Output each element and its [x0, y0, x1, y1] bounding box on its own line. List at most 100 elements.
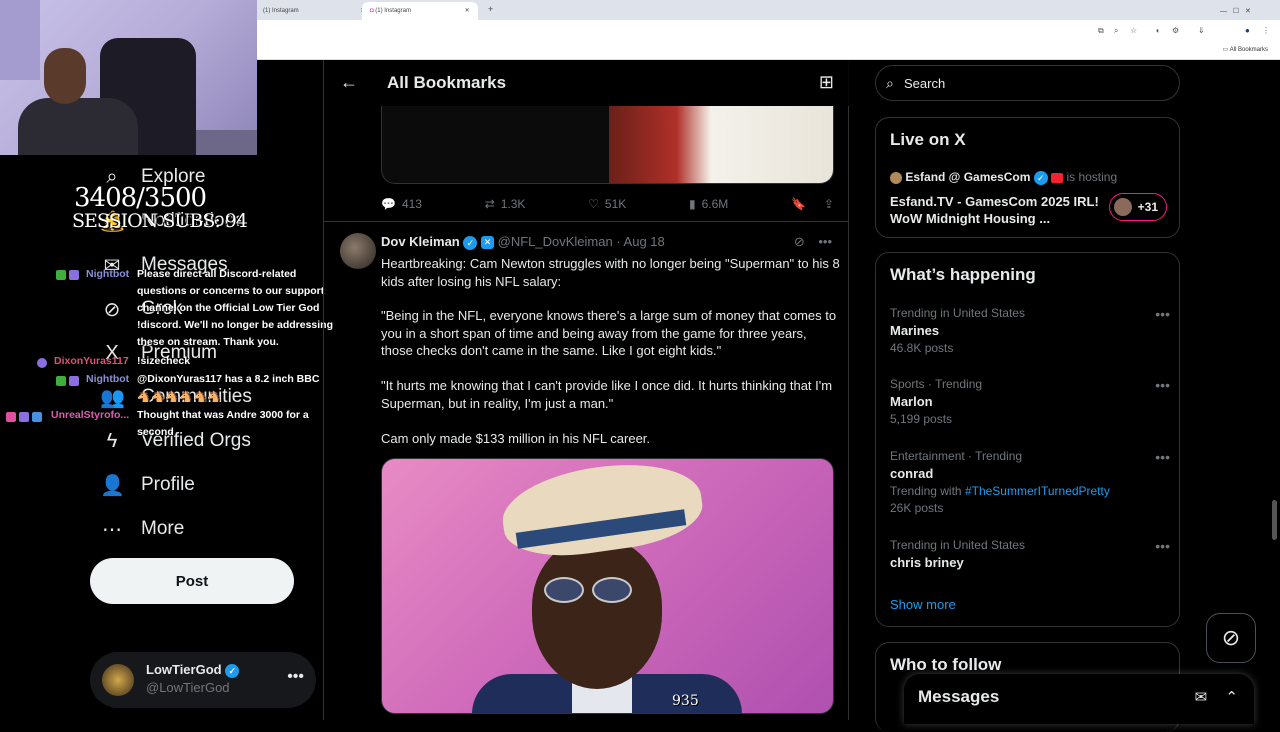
share-icon[interactable]: ⇪: [824, 197, 834, 211]
more-icon[interactable]: •••: [1155, 306, 1170, 322]
puzzle-icon[interactable]: ⚙: [1172, 26, 1179, 35]
back-arrow-icon[interactable]: ←: [340, 72, 358, 93]
expand-icon[interactable]: ⌃: [1225, 689, 1238, 706]
tab-label: (1) Instagram: [375, 8, 411, 14]
trend-item[interactable]: Trending in United States chris briney •…: [890, 538, 1170, 570]
host-name: Esfand @ GamesCom: [905, 170, 1031, 184]
bookmark-folder-add-icon[interactable]: ⊞: [819, 72, 834, 93]
avatar: [1114, 198, 1132, 216]
grok-icon[interactable]: ⊘: [794, 234, 805, 249]
nav-more[interactable]: ⋯ More: [100, 509, 184, 549]
tweet-date[interactable]: · Aug 18: [616, 234, 664, 249]
all-bookmarks-folder[interactable]: ▭ All Bookmarks: [1223, 46, 1268, 53]
trend-posts: 26K posts: [890, 501, 944, 515]
account-name: LowTierGod ✓: [146, 662, 240, 678]
tab-close-icon[interactable]: ✕: [465, 8, 470, 14]
views-button[interactable]: ▮ 6.6M: [689, 194, 728, 214]
messages-drawer-title: Messages: [918, 687, 1000, 706]
extension-icon[interactable]: ◖: [1155, 26, 1160, 35]
nav-profile[interactable]: 👤 Profile: [100, 465, 195, 505]
new-message-icon[interactable]: ✉: [1195, 689, 1208, 706]
star-icon[interactable]: ☆: [1130, 26, 1137, 35]
trend-item[interactable]: Entertainment · Trending conrad Trending…: [890, 449, 1170, 515]
more-icon[interactable]: •••: [1155, 538, 1170, 554]
trend-hashtag-link[interactable]: #TheSummerITurnedPretty: [965, 484, 1110, 498]
like-button[interactable]: ♡ 51K: [588, 194, 626, 214]
tweet-text: Cam only made $133 million in his NFL ca…: [381, 431, 651, 446]
more-icon[interactable]: •••: [1155, 449, 1170, 465]
view-count: 6.6M: [701, 197, 729, 211]
post-button[interactable]: Post: [90, 558, 294, 604]
chat-emotes: 🐴🐴🐴🐴🐴🐴: [137, 391, 222, 403]
scrollbar[interactable]: [1272, 500, 1277, 540]
new-tab-button[interactable]: +: [480, 2, 501, 20]
live-host[interactable]: Esfand @ GamesCom ✓ is hosting: [890, 170, 1117, 185]
chat-message: @DixonYuras117 has a 8.2 inch BBC: [137, 373, 320, 385]
trend-item[interactable]: Sports · Trending Marlon 5,199 posts •••: [890, 377, 1170, 426]
verified-badge-icon: ✓: [1033, 170, 1048, 185]
grok-floating-button[interactable]: ⊘: [1206, 613, 1256, 663]
menu-icon[interactable]: ⋮: [1262, 26, 1270, 35]
tweet-actions: 💬 413 ⇄ 1.3K ♡ 51K ▮ 6.6M 🔖 ⇪: [381, 194, 834, 214]
verified-bot-badge-icon: [69, 376, 79, 386]
tweet-text: Heartbreaking: Cam Newton struggles with…: [381, 256, 840, 289]
live-stream-title[interactable]: Esfand.TV - GamesCom 2025 IRL! WoW Midni…: [890, 193, 1100, 227]
download-icon[interactable]: ⇓: [1198, 26, 1205, 35]
messages-drawer[interactable]: Messages ✉ ⌃: [904, 674, 1254, 724]
heart-icon: ♡: [588, 197, 599, 211]
avatar[interactable]: [340, 233, 376, 269]
subscriber-badge-icon: [37, 358, 47, 368]
repost-button[interactable]: ⇄ 1.3K: [485, 194, 526, 214]
chat-username: DixonYuras117: [54, 355, 129, 367]
chat-username: UnrealStyrofo...: [51, 409, 130, 421]
photo-overlay-text: 935: [672, 693, 699, 709]
trend-meta: Trending in United States: [890, 306, 1025, 320]
webcam-streamer-head: [44, 48, 86, 104]
window-controls[interactable]: — ☐ ✕: [1212, 2, 1259, 20]
trend-name: chris briney: [890, 555, 964, 570]
browser-tab-active[interactable]: ◘ (1) Instagram ✕: [362, 2, 478, 20]
account-switcher[interactable]: LowTierGod ✓ @LowTierGod •••: [90, 652, 316, 708]
photo-glasses: [544, 577, 654, 603]
reply-button[interactable]: 💬 413: [381, 194, 422, 214]
all-bookmarks-label: All Bookmarks: [1229, 47, 1268, 53]
heart-badge-icon: [6, 412, 16, 422]
search-input[interactable]: ⌕ Search: [875, 65, 1180, 101]
subscriber-badge-icon: [19, 412, 29, 422]
person-icon: 👤: [100, 474, 125, 497]
profile-icon[interactable]: ●: [1245, 26, 1250, 35]
verified-badge-icon: ✓: [463, 235, 478, 250]
trend-meta: Sports · Trending: [890, 377, 983, 391]
chat-username: Nightbot: [86, 373, 130, 385]
trend-name: conrad: [890, 466, 934, 481]
instagram-icon: ◘: [370, 8, 374, 14]
right-sidebar: ⌕ Search Live on X Esfand @ GamesCom ✓ i…: [849, 60, 1280, 732]
more-icon[interactable]: •••: [1155, 377, 1170, 393]
previous-tweet-media[interactable]: [381, 106, 834, 184]
show-more-link[interactable]: Show more: [890, 597, 956, 612]
more-icon[interactable]: •••: [818, 234, 832, 249]
zoom-icon[interactable]: ⌕: [1114, 26, 1118, 36]
tweet-author-name[interactable]: Dov Kleiman: [381, 234, 460, 249]
trend-posts: 46.8K posts: [890, 341, 954, 355]
tweet-photo[interactable]: 935: [381, 458, 834, 714]
more-icon[interactable]: •••: [287, 668, 304, 686]
nav-label: More: [141, 518, 185, 539]
tweet-author-handle[interactable]: @NFL_DovKleiman: [498, 234, 613, 249]
webcam-streamer-body: [18, 98, 138, 155]
messages-drawer-actions: ✉ ⌃: [1195, 688, 1238, 706]
verified-bot-badge-icon: [69, 270, 79, 280]
install-icon[interactable]: ⧉: [1098, 26, 1104, 36]
tweet-text: "It hurts me knowing that I can't provid…: [381, 378, 833, 411]
lightning-icon: ϟ: [106, 429, 118, 452]
bookmark-icon[interactable]: 🔖: [791, 197, 806, 211]
trend-item[interactable]: Trending in United States Marines 46.8K …: [890, 306, 1170, 355]
browser-tab[interactable]: (1) Instagram ✕: [255, 2, 373, 20]
main-header: ← All Bookmarks ⊞: [324, 60, 850, 106]
host-suffix: is hosting: [1066, 170, 1118, 184]
nav-label: Profile: [141, 474, 195, 495]
people-icon: 👥: [100, 386, 125, 409]
like-count: 51K: [604, 197, 627, 211]
listeners-badge[interactable]: +31: [1109, 193, 1167, 221]
verified-badge-icon: ✓: [225, 663, 240, 678]
